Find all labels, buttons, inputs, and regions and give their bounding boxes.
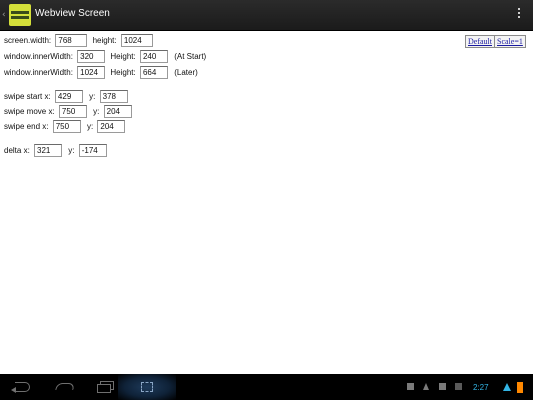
- swipe-start-x-field[interactable]: 429: [54, 90, 83, 103]
- system-navigation-bar: 2:27: [0, 374, 533, 400]
- swipe-start-row: swipe start x: 429 y: 378: [4, 90, 128, 103]
- webview-content: Default Scale=1 screen.width: 768 height…: [0, 30, 533, 374]
- inner-width-later-label: window.innerWidth:: [4, 68, 73, 77]
- inner-width-later-field[interactable]: 1024: [77, 66, 106, 79]
- delta-y-field[interactable]: -174: [78, 144, 107, 157]
- wifi-icon: [503, 383, 511, 391]
- scale-button[interactable]: Scale=1: [494, 35, 526, 48]
- screen-width-label: screen.width:: [4, 36, 52, 45]
- swipe-end-y-field[interactable]: 204: [97, 120, 126, 133]
- back-icon[interactable]: [10, 380, 32, 394]
- swipe-end-row: swipe end x: 750 y: 204: [4, 120, 126, 133]
- swipe-move-x-label: swipe move x:: [4, 107, 55, 116]
- screen-size-row: screen.width: 768 height: 1024: [4, 34, 153, 47]
- delta-row: delta x: 321 y: -174: [4, 144, 107, 157]
- clock: 2:27: [473, 383, 489, 392]
- swipe-move-row: swipe move x: 750 y: 204: [4, 105, 132, 118]
- inner-size-start-row: window.innerWidth: 320 Height: 240 (At S…: [4, 50, 206, 63]
- chevron-left-icon[interactable]: ‹: [2, 10, 6, 20]
- swipe-end-y-label: y:: [86, 122, 94, 131]
- swipe-move-x-field[interactable]: 750: [58, 105, 87, 118]
- swipe-end-x-field[interactable]: 750: [52, 120, 81, 133]
- inner-height-later-label: Height:: [110, 68, 136, 77]
- cloud-icon: [455, 383, 462, 390]
- later-note: (Later): [174, 68, 198, 77]
- default-button[interactable]: Default: [465, 35, 495, 48]
- inner-width-start-label: window.innerWidth:: [4, 52, 73, 61]
- inner-width-start-field[interactable]: 320: [77, 50, 106, 63]
- swipe-move-y-field[interactable]: 204: [103, 105, 132, 118]
- at-start-note: (At Start): [174, 52, 207, 61]
- screen-height-field[interactable]: 1024: [120, 34, 153, 47]
- delta-y-label: y:: [68, 146, 75, 155]
- swipe-start-x-label: swipe start x:: [4, 92, 51, 101]
- status-area[interactable]: 2:27: [407, 380, 527, 394]
- overflow-menu-icon[interactable]: [517, 8, 521, 20]
- screenshot-icon[interactable]: [139, 380, 155, 394]
- inner-height-start-label: Height:: [110, 52, 136, 61]
- delta-x-label: delta x:: [4, 146, 30, 155]
- usb-icon: [439, 383, 446, 390]
- swipe-move-y-label: y:: [93, 107, 100, 116]
- home-icon[interactable]: [54, 380, 75, 394]
- delta-x-field[interactable]: 321: [34, 144, 63, 157]
- swipe-start-y-field[interactable]: 378: [99, 90, 128, 103]
- warning-icon: [423, 383, 429, 390]
- swipe-start-y-label: y:: [89, 92, 96, 101]
- recent-apps-icon[interactable]: [96, 380, 114, 394]
- notification-image-icon: [407, 383, 414, 390]
- screen-height-label: height:: [92, 36, 117, 45]
- swipe-end-x-label: swipe end x:: [4, 122, 49, 131]
- app-icon[interactable]: [9, 4, 31, 26]
- app-title: Webview Screen: [35, 8, 110, 19]
- action-bar: ‹ Webview Screen: [0, 0, 533, 31]
- inner-height-later-field[interactable]: 664: [139, 66, 168, 79]
- inner-size-later-row: window.innerWidth: 1024 Height: 664 (Lat…: [4, 66, 198, 79]
- inner-height-start-field[interactable]: 240: [139, 50, 168, 63]
- battery-icon: [517, 382, 523, 393]
- screen-width-field[interactable]: 768: [55, 34, 88, 47]
